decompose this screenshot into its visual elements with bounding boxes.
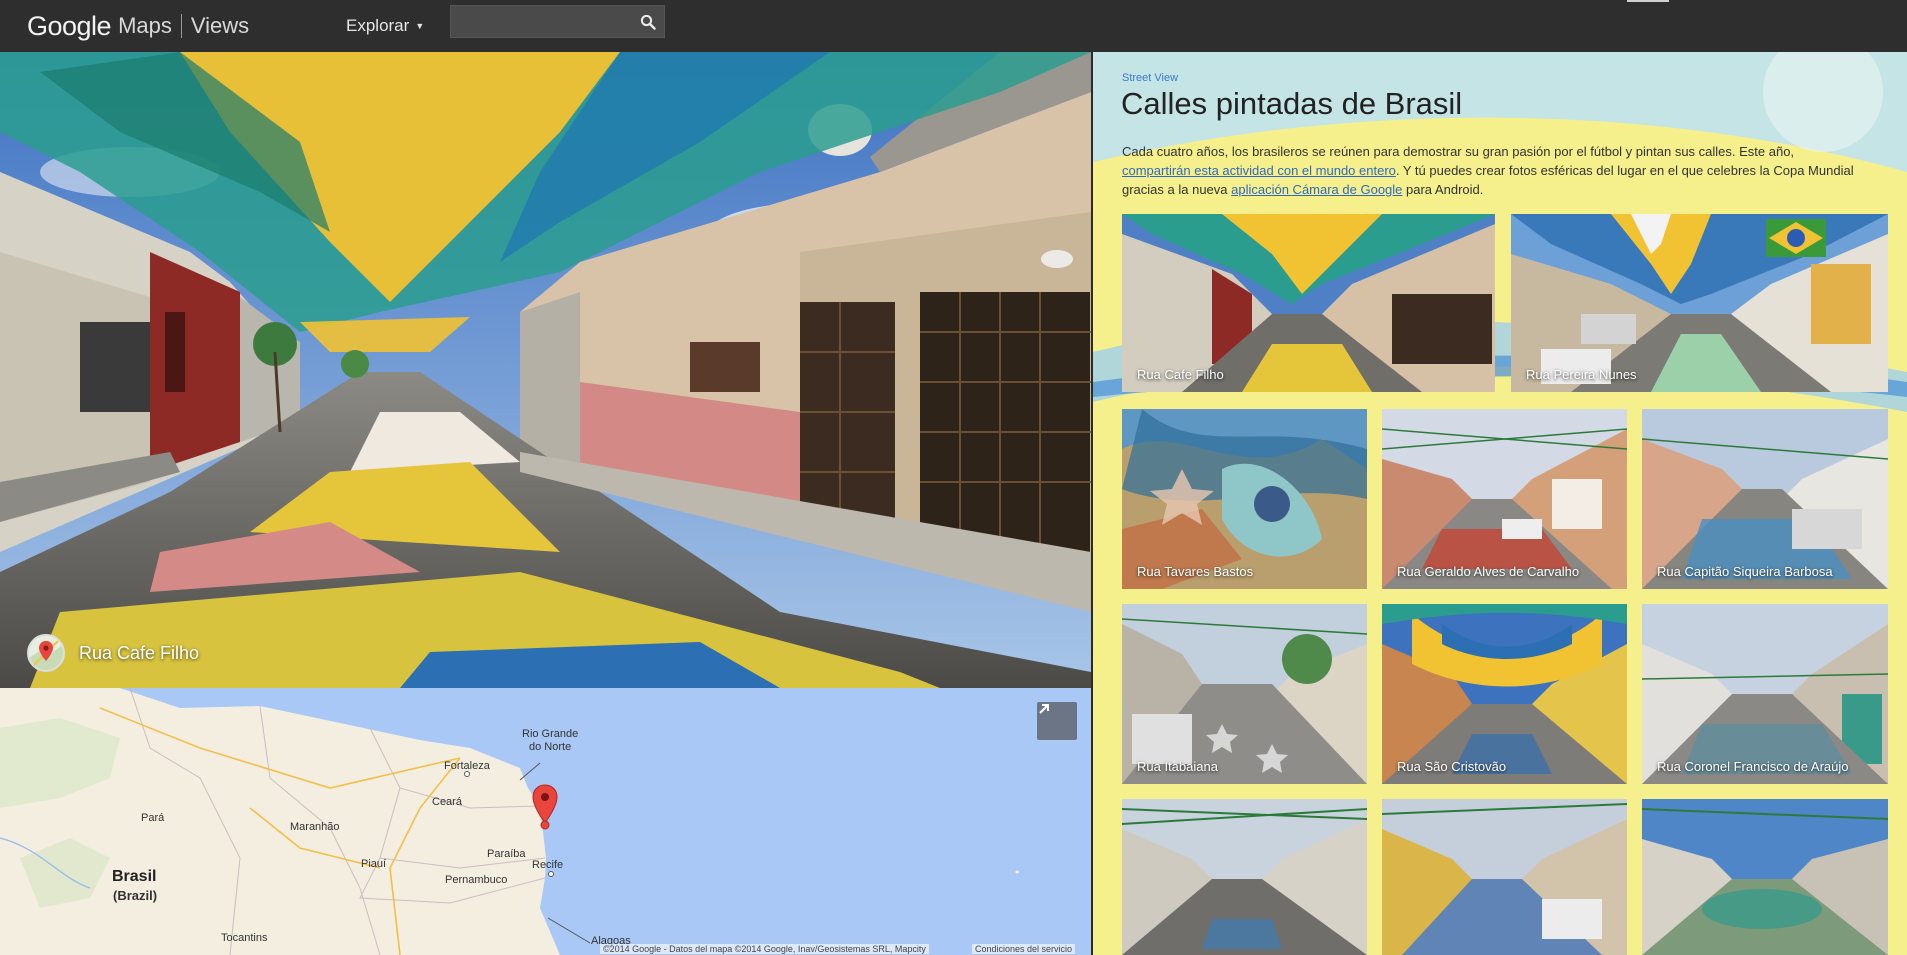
location-map-icon: [27, 634, 65, 672]
search-box: [450, 5, 665, 38]
tile-rua-geraldo-alves-de-carvalho[interactable]: Rua Geraldo Alves de Carvalho: [1382, 409, 1627, 589]
explore-menu-button[interactable]: Explorar ▼: [346, 12, 424, 40]
tile-label: Rua Pereira Nunes: [1526, 367, 1637, 382]
tile-label: Rua Tavares Bastos: [1137, 564, 1254, 579]
street-view-panorama[interactable]: Rua Cafe Filho: [0, 52, 1091, 688]
tile-rua-tavares-bastos[interactable]: Rua Tavares Bastos: [1122, 409, 1367, 589]
tile-label: Rua Geraldo Alves de Carvalho: [1397, 564, 1580, 579]
top-bar: Google Maps Views Explorar ▼: [0, 0, 1907, 52]
tile-rua-cafe-filho[interactable]: Rua Cafe Filho: [1122, 214, 1495, 392]
pano-location-label: Rua Cafe Filho: [79, 642, 200, 663]
tile-rua-sao-cristovao[interactable]: Rua São Cristovão: [1382, 604, 1627, 784]
tile-image: [1642, 799, 1888, 955]
desc-link-camera-app[interactable]: aplicación Cámara de Google: [1231, 182, 1402, 197]
account-indicator: [1627, 0, 1669, 2]
expand-map-button[interactable]: [1037, 702, 1077, 740]
tile-image: [1382, 604, 1627, 784]
map-marker-icon[interactable]: [530, 783, 560, 831]
tile-row4-1[interactable]: [1122, 799, 1367, 955]
info-panel: Street View Calles pintadas de Brasil Ca…: [1093, 52, 1907, 955]
map-label-piaui: Piauí: [361, 858, 387, 870]
tile-image: [1642, 604, 1888, 784]
desc-text-1: Cada cuatro años, los brasileros se reún…: [1122, 144, 1795, 159]
google-maps-views-logo[interactable]: Google Maps Views: [27, 6, 249, 46]
map-label-para: Pará: [141, 812, 165, 824]
map-label-rio-grande: Rio Grande: [522, 728, 579, 740]
map-label-fortaleza: Fortaleza: [444, 760, 490, 772]
tile-rua-coronel-francisco-de-araujo[interactable]: Rua Coronel Francisco de Araújo: [1642, 604, 1888, 784]
tile-rua-pereira-nunes[interactable]: Rua Pereira Nunes: [1511, 214, 1888, 392]
tile-row4-2[interactable]: [1382, 799, 1627, 955]
map-label-tocantins: Tocantins: [221, 932, 268, 944]
tile-image: [1122, 799, 1367, 955]
page-title: Calles pintadas de Brasil: [1121, 86, 1463, 121]
desc-link-share[interactable]: compartirán esta actividad con el mundo …: [1122, 163, 1396, 178]
brand-google: Google: [27, 10, 112, 41]
brand-maps: Maps: [118, 13, 172, 38]
tile-image: [1122, 604, 1367, 784]
tile-row4-3[interactable]: [1642, 799, 1888, 955]
map-label-ceara: Ceará: [432, 796, 462, 808]
tile-rua-capitao-siqueira-barbosa[interactable]: Rua Capitão Siqueira Barbosa: [1642, 409, 1888, 589]
search-button[interactable]: [631, 6, 664, 37]
chevron-down-icon: ▼: [415, 21, 425, 31]
tile-image: [1511, 214, 1888, 392]
tile-label: Rua São Cristovão: [1397, 759, 1507, 774]
map-label-recife: Recife: [532, 859, 564, 871]
panorama-image: [0, 52, 1091, 688]
map-label-maranhao: Maranhão: [290, 821, 340, 833]
tile-image: [1642, 409, 1888, 589]
desc-text-3: para Android.: [1402, 182, 1484, 197]
brand-views: Views: [190, 13, 250, 38]
page-description: Cada cuatro años, los brasileros se reún…: [1122, 142, 1860, 199]
tile-rua-itabaiana[interactable]: Rua Itabaiana: [1122, 604, 1367, 784]
tile-label: Rua Coronel Francisco de Araújo: [1657, 759, 1849, 774]
expand-arrow-icon: [1039, 704, 1049, 714]
map-terms-link[interactable]: Condiciones del servicio: [972, 944, 1076, 954]
location-map[interactable]: Rio Grande do Norte Fortaleza Ceará Pará…: [0, 688, 1091, 955]
tile-label: Rua Cafe Filho: [1137, 367, 1224, 382]
map-label-pernambuco: Pernambuco: [445, 874, 508, 886]
explore-label: Explorar: [346, 16, 410, 35]
map-label-brasil: Brasil: [112, 868, 157, 885]
section-label[interactable]: Street View: [1122, 72, 1178, 84]
tile-image: [1122, 409, 1367, 589]
search-icon: [640, 14, 656, 30]
tile-label: Rua Capitão Siqueira Barbosa: [1657, 564, 1833, 579]
pano-location[interactable]: Rua Cafe Filho: [27, 634, 199, 672]
map-label-brazil: (Brazil): [113, 888, 158, 903]
tile-image: [1382, 799, 1627, 955]
tile-image: [1382, 409, 1627, 589]
map-copyright: ©2014 Google - Datos del mapa ©2014 Goog…: [600, 944, 929, 954]
tile-label: Rua Itabaiana: [1137, 759, 1218, 774]
tile-image: [1122, 214, 1495, 392]
brand-divider: [180, 14, 182, 38]
map-label-paraiba: Paraíba: [487, 848, 526, 860]
map-label-do-norte: do Norte: [529, 741, 572, 753]
search-input[interactable]: [451, 6, 631, 37]
